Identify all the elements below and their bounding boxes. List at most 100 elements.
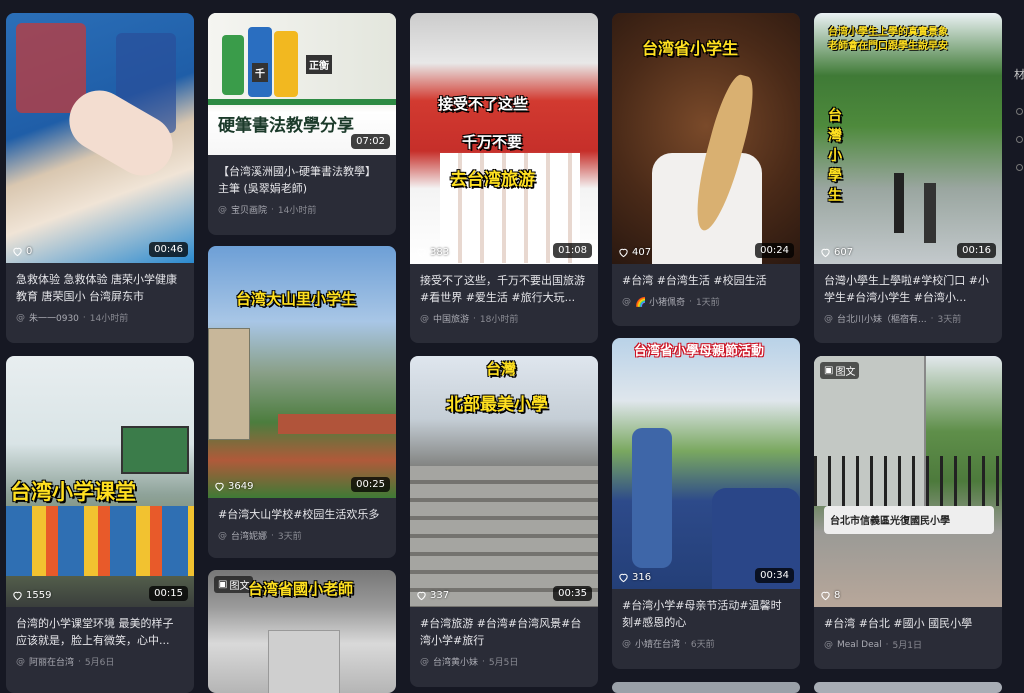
author-name[interactable]: 中国旅游 bbox=[433, 312, 469, 325]
overlay-line-2: 北部最美小學 bbox=[446, 395, 548, 415]
overlay-vertical-5: 生 bbox=[828, 188, 842, 204]
heart-icon bbox=[215, 482, 224, 492]
thumbnail[interactable]: 0 00:46 bbox=[6, 13, 194, 263]
duration-badge: 00:16 bbox=[957, 243, 996, 258]
overlay-text: 台湾省國小老師 bbox=[248, 580, 354, 598]
author-name[interactable]: 台北川小妹（樞宿有... bbox=[837, 312, 927, 325]
thumbnail[interactable]: 台湾省小學母親節活動 316 00:34 bbox=[612, 338, 800, 589]
author-name[interactable]: Meal Deal bbox=[837, 640, 882, 650]
duration-badge: 00:25 bbox=[351, 477, 390, 492]
heart-icon bbox=[619, 248, 628, 258]
video-card-1[interactable]: 0 00:46 急救体验 急救体验 唐荣小学健康教育 唐荣国小 台湾屏东市 @ … bbox=[6, 13, 194, 343]
at-icon: @ bbox=[622, 638, 631, 649]
author-name[interactable]: 🌈 小猪佩奇 bbox=[635, 295, 685, 308]
card-title[interactable]: 台灣小學生上學啦#学校门口 #小学生#台湾小学生 #台湾小... bbox=[824, 272, 992, 306]
post-time: 3天前 bbox=[937, 315, 962, 325]
overlay-text: 台湾省小學母親節活動 bbox=[634, 344, 765, 359]
card-title[interactable]: #台湾 #台湾生活 #校园生活 bbox=[622, 272, 790, 289]
card-title[interactable]: 【台湾溪洲國小-硬筆書法教學】主筆 (吳翠娟老師) bbox=[218, 163, 386, 197]
post-time: 5月1日 bbox=[892, 641, 922, 651]
at-icon: @ bbox=[420, 313, 429, 324]
post-time: 5月6日 bbox=[84, 658, 115, 668]
card-title[interactable]: #台湾 #台北 #國小 國民小學 bbox=[824, 615, 992, 632]
card-title[interactable]: 台湾的小学课堂环境 最美的样子应该就是，脸上有微笑，心中... bbox=[16, 615, 184, 649]
side-panel-label: 材 bbox=[1014, 68, 1024, 81]
thumbnail[interactable]: 台灣 北部最美小學 337 00:35 bbox=[410, 356, 598, 607]
author-name[interactable]: 小婧在台湾 bbox=[635, 637, 680, 650]
partial-card-col5[interactable] bbox=[814, 682, 1002, 693]
video-card-3[interactable]: 接受不了这些 千万不要 去台湾旅游 383 01:08 接受不了这些，千万不要出… bbox=[410, 13, 598, 343]
partial-card-col4[interactable] bbox=[612, 682, 800, 693]
video-card-2[interactable]: 千 正衡 硬筆書法教學分享 07:02 【台湾溪洲國小-硬筆書法教學】主筆 (吳… bbox=[208, 13, 396, 235]
overlay-text: 硬筆書法教學分享 bbox=[218, 116, 354, 136]
image-card-11[interactable]: 台北市信義區光復國民小學 ▣ 图文 8 #台湾 #台北 #國小 國民小學 @ M… bbox=[814, 356, 1002, 669]
author-name[interactable]: 台湾黄小妹 bbox=[433, 655, 478, 668]
overlay-vertical-1: 台 bbox=[828, 108, 842, 124]
overlay-vertical-2: 灣 bbox=[828, 128, 842, 144]
thumbnail[interactable]: 台湾小學生上學的真實景象 老師會在門口跟學生說早安 台 灣 小 學 生 607 … bbox=[814, 13, 1002, 264]
card-title[interactable]: #台湾旅游 #台湾#台湾风景#台湾小学#旅行 bbox=[420, 615, 588, 649]
at-icon: @ bbox=[16, 656, 25, 667]
post-time: 3天前 bbox=[277, 532, 302, 542]
overlay-line-2: 千万不要 bbox=[462, 133, 523, 151]
radio-option-1[interactable] bbox=[1016, 108, 1023, 115]
like-count: 607 bbox=[820, 247, 853, 258]
at-icon: @ bbox=[824, 313, 833, 324]
image-card-8[interactable]: ▣ 图文 台湾省國小老師 bbox=[208, 570, 396, 693]
author-name[interactable]: 宝贝画院 bbox=[231, 203, 267, 216]
like-count: 0 bbox=[12, 246, 32, 257]
post-time: 1天前 bbox=[695, 298, 720, 308]
duration-badge: 00:35 bbox=[553, 586, 592, 601]
thumbnail[interactable]: 台湾小学课堂 1559 00:15 bbox=[6, 356, 194, 607]
image-badge: ▣ 图文 bbox=[820, 362, 860, 379]
at-icon: @ bbox=[824, 639, 833, 650]
author-name[interactable]: 阿丽在台湾 bbox=[29, 655, 74, 668]
duration-badge: 00:46 bbox=[149, 242, 188, 257]
at-icon: @ bbox=[218, 530, 227, 541]
overlay-text: 台湾省小学生 bbox=[642, 39, 739, 58]
video-card-7[interactable]: 台湾大山里小学生 3649 00:25 #台湾大山学校#校园生活欢乐多 @ 台湾… bbox=[208, 246, 396, 558]
at-icon: @ bbox=[16, 312, 25, 323]
author-name[interactable]: 台湾妮娜 bbox=[231, 529, 267, 542]
heart-icon bbox=[417, 248, 426, 258]
overlay-badge-1: 千 bbox=[252, 63, 268, 82]
heart-icon bbox=[13, 591, 22, 601]
radio-option-2[interactable] bbox=[1016, 136, 1023, 143]
duration-badge: 01:08 bbox=[553, 243, 592, 258]
video-card-9[interactable]: 台灣 北部最美小學 337 00:35 #台湾旅游 #台湾#台湾风景#台湾小学#… bbox=[410, 356, 598, 687]
video-card-4[interactable]: 台湾省小学生 407 00:24 #台湾 #台湾生活 #校园生活 @ 🌈 小猪佩… bbox=[612, 13, 800, 326]
video-card-6[interactable]: 台湾小学课堂 1559 00:15 台湾的小学课堂环境 最美的样子应该就是，脸上… bbox=[6, 356, 194, 693]
overlay-line-1: 台灣 bbox=[486, 360, 517, 378]
overlay-badge-2: 正衡 bbox=[306, 55, 332, 74]
card-title[interactable]: #台湾小学#母亲节活动#温馨时刻#感恩的心 bbox=[622, 597, 790, 631]
video-card-10[interactable]: 台湾省小學母親節活動 316 00:34 #台湾小学#母亲节活动#温馨时刻#感恩… bbox=[612, 338, 800, 669]
thumbnail[interactable]: ▣ 图文 台湾省國小老師 bbox=[208, 570, 396, 693]
heart-icon bbox=[821, 591, 830, 601]
side-panel bbox=[1010, 0, 1024, 693]
overlay-line-2: 老師會在門口跟學生說早安 bbox=[828, 41, 948, 52]
card-title[interactable]: #台湾大山学校#校园生活欢乐多 bbox=[218, 506, 386, 523]
card-title[interactable]: 急救体验 急救体验 唐荣小学健康教育 唐荣国小 台湾屏东市 bbox=[16, 271, 184, 305]
image-icon: ▣ bbox=[824, 365, 834, 376]
card-title[interactable]: 接受不了这些，千万不要出国旅游#看世界 #爱生活 #旅行大玩... bbox=[420, 272, 588, 306]
video-card-5[interactable]: 台湾小學生上學的真實景象 老師會在門口跟學生說早安 台 灣 小 學 生 607 … bbox=[814, 13, 1002, 343]
thumbnail[interactable]: 台湾大山里小学生 3649 00:25 bbox=[208, 246, 396, 498]
image-icon: ▣ bbox=[218, 579, 228, 590]
thumbnail[interactable]: 接受不了这些 千万不要 去台湾旅游 383 01:08 bbox=[410, 13, 598, 264]
like-count: 1559 bbox=[12, 590, 51, 601]
radio-option-3[interactable] bbox=[1016, 164, 1023, 171]
heart-icon bbox=[619, 573, 628, 583]
overlay-line-1: 台湾小學生上學的真實景象 bbox=[828, 27, 948, 38]
like-count: 407 bbox=[618, 247, 651, 258]
thumbnail[interactable]: 千 正衡 硬筆書法教學分享 07:02 bbox=[208, 13, 396, 155]
at-icon: @ bbox=[218, 204, 227, 215]
thumbnail[interactable]: 台北市信義區光復國民小學 ▣ 图文 8 bbox=[814, 356, 1002, 607]
at-icon: @ bbox=[622, 296, 631, 307]
post-time: 5月5日 bbox=[488, 658, 519, 668]
author-name[interactable]: 朱一一0930 bbox=[29, 311, 79, 324]
like-count: 8 bbox=[820, 590, 840, 601]
thumbnail[interactable]: 台湾省小学生 407 00:24 bbox=[612, 13, 800, 264]
at-icon: @ bbox=[420, 656, 429, 667]
post-time: 18小时前 bbox=[479, 315, 519, 325]
duration-badge: 00:15 bbox=[149, 586, 188, 601]
